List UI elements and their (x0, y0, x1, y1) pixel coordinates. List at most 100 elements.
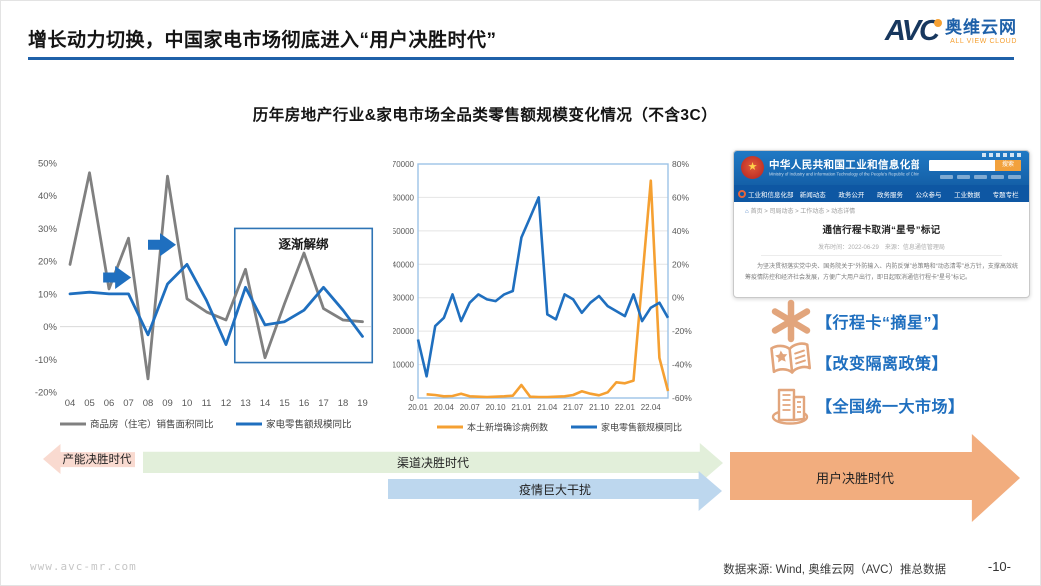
breadcrumb: ⌂首页 > 司局动态 > 工作动态 > 动态详情 (745, 206, 1018, 215)
svg-text:逐渐解绑: 逐渐解绑 (279, 236, 330, 251)
book-policy-icon (766, 341, 816, 383)
svg-text:19: 19 (357, 398, 368, 409)
svg-text:80%: 80% (672, 159, 689, 169)
bullet-quarantine-policy: 【改变隔离政策】 (766, 341, 948, 383)
svg-text:06: 06 (104, 398, 115, 409)
svg-text:10000: 10000 (393, 361, 415, 370)
nav-item: 新闻动态 (794, 189, 833, 199)
svg-text:-10%: -10% (35, 355, 58, 366)
svg-text:40000: 40000 (393, 260, 415, 269)
svg-text:13: 13 (240, 398, 251, 409)
logo-dot-icon (934, 19, 942, 27)
svg-text:60000: 60000 (393, 193, 415, 202)
svg-text:08: 08 (143, 398, 154, 409)
slide: 增长动力切换，中国家电市场彻底进入“用户决胜时代” AVC 奥维云网 ALL V… (0, 0, 1041, 586)
asterisk-icon (766, 298, 816, 344)
miit-website-screenshot: ★ 中华人民共和国工业和信息化部 Ministry of Industry an… (733, 150, 1030, 298)
svg-text:60%: 60% (672, 192, 689, 202)
article-title: 通信行程卡取消“星号”标记 (745, 222, 1018, 236)
footer-website-url: www.avc-mr.com (30, 560, 137, 573)
svg-text:20.04: 20.04 (434, 403, 455, 412)
market-building-icon (766, 383, 816, 427)
svg-text:05: 05 (84, 398, 95, 409)
nav-item: 专题专栏 (986, 189, 1025, 199)
national-emblem-icon: ★ (741, 156, 764, 179)
svg-text:10: 10 (182, 398, 193, 409)
svg-text:40%: 40% (38, 191, 58, 202)
logo-name-en: ALL VIEW CLOUD (945, 38, 1017, 45)
svg-text:21.07: 21.07 (563, 403, 584, 412)
svg-text:-40%: -40% (672, 360, 692, 370)
svg-text:-20%: -20% (35, 388, 58, 399)
bullet-trip-card: 【行程卡“摘星”】 (766, 300, 949, 342)
avc-logo-mark: AVC (885, 16, 938, 46)
svg-text:20000: 20000 (393, 327, 415, 336)
nav-item: 工业和信息化部 (748, 189, 794, 199)
svg-text:本土新增确诊病例数: 本土新增确诊病例数 (467, 422, 548, 433)
era-channel-arrow: 渠道决胜时代 (143, 443, 723, 483)
svg-text:21.01: 21.01 (511, 403, 532, 412)
svg-text:0%: 0% (672, 293, 685, 303)
svg-text:17: 17 (318, 398, 329, 409)
ministry-name-en: Ministry of Industry and Information Tec… (769, 172, 897, 177)
nav-item: 公众参与 (909, 189, 948, 199)
nav-logo-icon (738, 190, 746, 198)
bullet-unified-market: 【全国统一大市场】 (766, 384, 965, 426)
nav-item: 工业数据 (948, 189, 987, 199)
svg-text:04: 04 (65, 398, 76, 409)
svg-text:14: 14 (260, 398, 271, 409)
svg-text:-60%: -60% (672, 393, 692, 403)
svg-text:22.01: 22.01 (615, 403, 636, 412)
svg-text:40%: 40% (672, 226, 689, 236)
svg-text:商品房（住宅）销售面积同比: 商品房（住宅）销售面积同比 (90, 419, 214, 431)
footer-data-source: 数据来源: Wind, 奥维云网（AVC）推总数据 (723, 561, 946, 577)
avc-logo: AVC 奥维云网 ALL VIEW CLOUD (885, 16, 1017, 46)
miit-article: ⌂首页 > 司局动态 > 工作动态 > 动态详情 通信行程卡取消“星号”标记 发… (734, 202, 1029, 284)
ministry-name: 中华人民共和国工业和信息化部 (769, 157, 919, 172)
covid-disruption-arrow: 疫情巨大干扰 (388, 471, 722, 511)
bullet-label: 【改变隔离政策】 (816, 350, 948, 374)
search-button: 搜索 (995, 160, 1021, 171)
bullet-label: 【全国统一大市场】 (816, 393, 965, 417)
covid-cases-vs-appliance-line-chart: 0 10000 20000 30000 40000 50000 60000 70000 80% 6… (393, 148, 723, 440)
nav-item: 政务服务 (871, 189, 910, 199)
svg-text:20.07: 20.07 (460, 403, 481, 412)
search-input: 搜索 (929, 160, 1021, 171)
title-underline (28, 57, 1014, 60)
svg-text:20%: 20% (672, 259, 689, 269)
svg-text:22.04: 22.04 (641, 403, 662, 412)
miit-nav-bar: 工业和信息化部 新闻动态 政务公开 政务服务 公众参与 工业数据 专题专栏 (734, 185, 1029, 202)
svg-text:70000: 70000 (393, 160, 415, 169)
page-number: -10- (988, 559, 1011, 574)
svg-text:21.10: 21.10 (589, 403, 610, 412)
page-title: 增长动力切换，中国家电市场彻底进入“用户决胜时代” (28, 25, 497, 52)
svg-text:07: 07 (123, 398, 134, 409)
svg-text:-20%: -20% (672, 326, 692, 336)
svg-text:0: 0 (410, 394, 415, 403)
bullet-label: 【行程卡“摘星”】 (816, 309, 949, 333)
svg-text:20.01: 20.01 (408, 403, 429, 412)
era-user-arrow: 用户决胜时代 (730, 434, 1020, 522)
svg-text:30000: 30000 (393, 294, 415, 303)
svg-text:家电零售额规模同比: 家电零售额规模同比 (601, 422, 682, 433)
svg-text:家电零售额规模同比: 家电零售额规模同比 (266, 419, 352, 431)
svg-text:12: 12 (221, 398, 232, 409)
svg-text:10%: 10% (38, 289, 58, 300)
svg-text:50%: 50% (38, 159, 58, 170)
article-meta: 发布时间：2022-06-29 来源：信息通信管理局 (761, 242, 1001, 256)
nav-item: 政务公开 (832, 189, 871, 199)
svg-text:50000: 50000 (393, 227, 415, 236)
article-body: 为坚决贯彻落实党中央、国务院关于“外防输入、内防反弹”总策略和“动态清零”总方针… (745, 262, 1018, 284)
property-vs-appliance-line-chart: 50%40%30%20%10%0%-10%-20%040506070809101… (30, 148, 385, 440)
header-mini-icons (982, 153, 1021, 157)
svg-text:18: 18 (338, 398, 349, 409)
svg-text:15: 15 (279, 398, 290, 409)
svg-text:09: 09 (162, 398, 173, 409)
svg-text:0%: 0% (43, 322, 57, 333)
home-icon: ⌂ (745, 209, 749, 215)
header-quick-links (940, 175, 1021, 179)
svg-text:11: 11 (202, 398, 212, 409)
svg-text:20.10: 20.10 (486, 403, 507, 412)
miit-header: ★ 中华人民共和国工业和信息化部 Ministry of Industry an… (734, 151, 1029, 185)
svg-text:16: 16 (299, 398, 310, 409)
